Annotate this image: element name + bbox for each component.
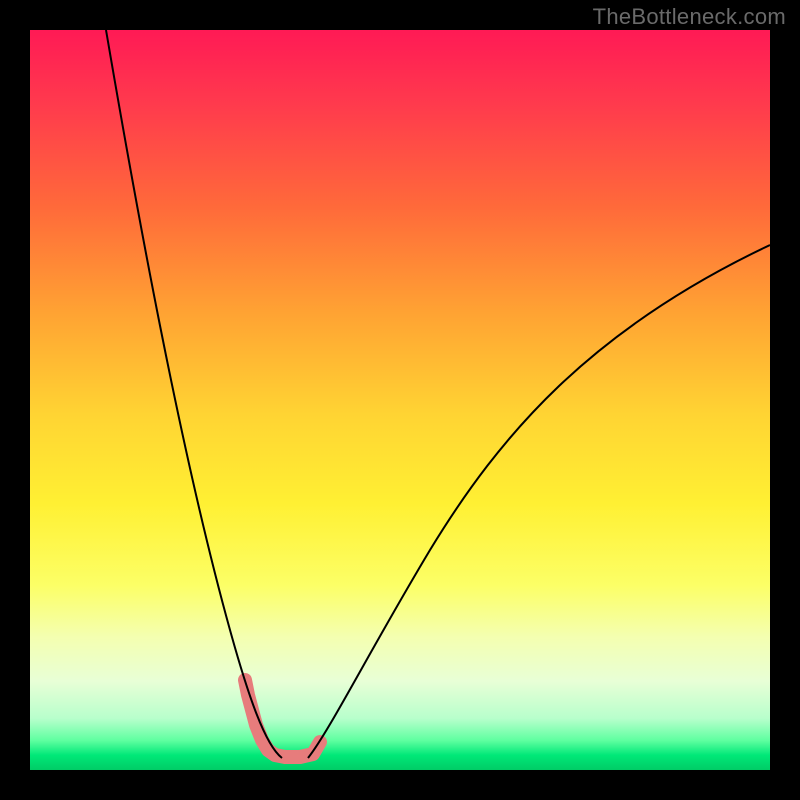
highlight-segment xyxy=(245,680,320,757)
watermark-text: TheBottleneck.com xyxy=(593,4,786,30)
bottleneck-curve xyxy=(30,30,770,770)
chart-frame: TheBottleneck.com xyxy=(0,0,800,800)
left-branch xyxy=(106,30,282,758)
plot-area xyxy=(30,30,770,770)
right-branch xyxy=(308,245,770,758)
